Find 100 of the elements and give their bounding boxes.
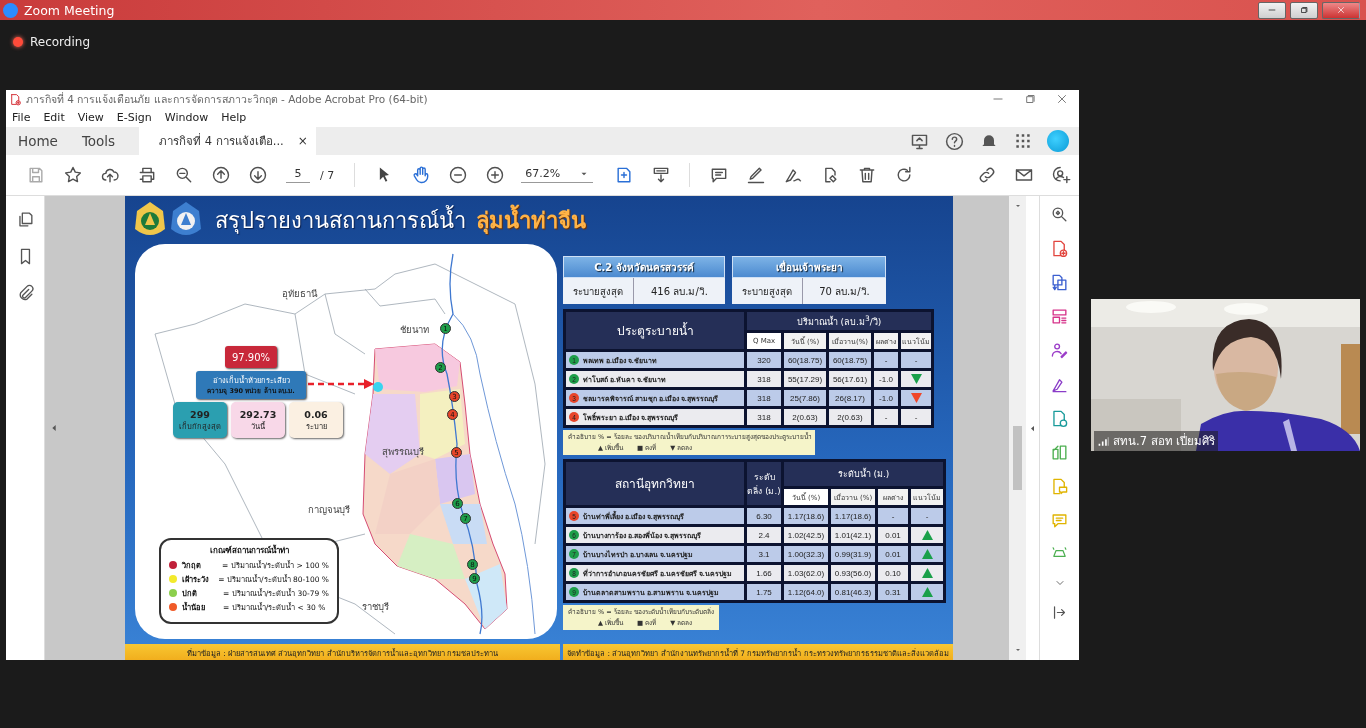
table-cell: 2(0.63) (829, 409, 871, 425)
table-cell: 318 (747, 390, 781, 406)
search-icon[interactable] (1050, 205, 1069, 224)
table-cell: 0.99(31.9) (831, 546, 875, 562)
table-cell: 0.31 (878, 584, 908, 600)
export-pdf-icon[interactable] (1050, 273, 1069, 292)
menu-item[interactable]: Window (164, 111, 209, 124)
stat-value: 292.73 (239, 408, 277, 420)
menu-item[interactable]: Help (221, 111, 247, 124)
table-cell: 0.01 (878, 546, 908, 562)
table-cell: 60(18.75) (829, 352, 871, 368)
menu-item[interactable]: File (12, 111, 31, 124)
table-cell: 2(0.63) (784, 409, 826, 425)
organize-pages-icon[interactable] (1050, 307, 1069, 326)
table-cell: - (874, 352, 898, 368)
apps-grid-icon[interactable] (1013, 131, 1033, 151)
table-cell: 1.12(64.0) (784, 584, 828, 600)
participant-name: สทน.7 สอท เปี่ยมศิริ (1113, 432, 1216, 450)
table-cell: 318 (747, 409, 781, 425)
star-icon[interactable] (62, 165, 83, 185)
zoom-logo-icon (3, 2, 18, 18)
zoom-dropdown[interactable]: 67.2% (521, 167, 594, 183)
request-signature-icon[interactable] (1050, 341, 1069, 360)
window-title: ภารกิจที่ 4 การแจ้งเตือนภัย และการจัดการสภาวะวิกฤต - Adobe Acrobat Pro (64-bit) (26, 91, 428, 107)
province-label: สุพรรณบุรี (382, 445, 424, 459)
minimize-button[interactable] (1258, 1, 1286, 19)
table-cell: 1.00(32.3) (784, 546, 828, 562)
table-cell: 60(18.75) (784, 352, 826, 368)
column-header: ระดับตลิ่ง (ม.) (747, 462, 781, 505)
table-cell: -1.0 (874, 371, 898, 387)
close-icon[interactable] (1055, 92, 1069, 106)
table-cell: -1.0 (874, 390, 898, 406)
table-cell: 0.01 (878, 527, 908, 543)
hand-icon[interactable] (410, 165, 431, 185)
table-header: ปริมาณน้ำ (ลบ.ม$^{3}$/วิ) (747, 312, 932, 330)
table-cell: 1.17(18.6) (784, 508, 828, 524)
table-cell: 1.66 (747, 565, 781, 581)
table-cell: 0.93(56.0) (831, 565, 875, 581)
zoom-out-icon[interactable] (447, 165, 468, 185)
previous-page-icon[interactable] (210, 165, 231, 185)
card-value: 416 ลบ.ม/วิ. (650, 284, 709, 299)
province-label: ชัยนาท (400, 323, 429, 337)
table-cell: 1.75 (747, 584, 781, 600)
table-cell: - (914, 355, 918, 365)
province-label: ราชบุรี (362, 600, 389, 614)
table-cell: 56(17.61) (829, 371, 871, 387)
compress-icon[interactable] (1050, 443, 1069, 462)
collapse-panel-icon[interactable] (1028, 423, 1037, 433)
slide-subtitle: ลุ่มน้ำท่าจีน (476, 202, 586, 238)
tab[interactable]: Tools (69, 127, 128, 155)
table-cell: 318 (747, 371, 781, 387)
slide-title: สรุปรายงานสถานการณ์น้ำ (215, 204, 466, 236)
stat-value: 299 (190, 408, 210, 420)
menu-item[interactable]: E-Sign (116, 111, 152, 124)
card-value: 70 ลบ.ม/วิ. (818, 284, 871, 299)
table-cell: 2.4 (747, 527, 781, 543)
table-cell: 0.81(46.3) (831, 584, 875, 600)
table-header: สถานีอุทกวิทยา (566, 462, 744, 505)
collapse-sidebar-icon[interactable] (1051, 604, 1068, 621)
menu-item[interactable]: View (77, 111, 104, 124)
province-label: กาญจนบุรี (308, 503, 350, 517)
table-cell: 3.1 (747, 546, 781, 562)
combine-files-icon[interactable] (1050, 409, 1069, 428)
maximize-button[interactable] (1290, 1, 1318, 19)
table-cell: 320 (747, 352, 781, 368)
tab[interactable]: ภารกิจที่ 4 การแจ้งเตือ... × (139, 127, 316, 155)
create-pdf-icon[interactable] (1050, 239, 1069, 258)
stat-value: 0.06 (304, 408, 328, 420)
table-cell: - (878, 508, 908, 524)
table-cell: 25(7.86) (784, 390, 826, 406)
card-title: เขื่อนเจ้าพระยา (732, 256, 886, 278)
province-label: อุทัยธานี (282, 287, 317, 301)
card-label: ระบายสูงสุด (732, 278, 803, 304)
table-cell: 6.30 (747, 508, 781, 524)
card-title: C.2 จังหวัดนครสวรรค์ (563, 256, 725, 278)
tab[interactable]: Home (6, 127, 70, 155)
next-page-icon[interactable] (247, 165, 268, 185)
zoom-in-icon[interactable] (484, 165, 505, 185)
highlighter-icon[interactable] (745, 165, 766, 185)
menu-item[interactable]: Edit (43, 111, 65, 124)
recording-icon (13, 37, 23, 47)
table-cell: 1.17(18.6) (831, 508, 875, 524)
page-number-field[interactable]: 5 (286, 167, 310, 183)
pdf-file-icon (9, 92, 22, 106)
page-count: / 7 (320, 168, 335, 182)
table-header: ประตูระบายน้ำ (566, 312, 744, 349)
table-cell: 26(8.17) (829, 390, 871, 406)
close-tab-button[interactable]: × (297, 134, 308, 148)
add-user-icon[interactable] (1050, 165, 1071, 185)
card-label: ระบายสูงสุด (563, 278, 634, 304)
restore-icon[interactable] (1023, 92, 1037, 106)
table-cell: 55(17.29) (784, 371, 826, 387)
percent-badge: 97.90% (225, 346, 277, 368)
table-cell: 1.02(42.5) (784, 527, 828, 543)
table-cell: - (874, 409, 898, 425)
help-icon[interactable] (944, 130, 965, 152)
scrollbar-thumb[interactable] (1013, 426, 1022, 490)
scrollbar[interactable] (1009, 196, 1026, 660)
window-title: Zoom Meeting (24, 2, 115, 18)
table-header: ระดับน้ำ (ม.) (784, 462, 943, 486)
